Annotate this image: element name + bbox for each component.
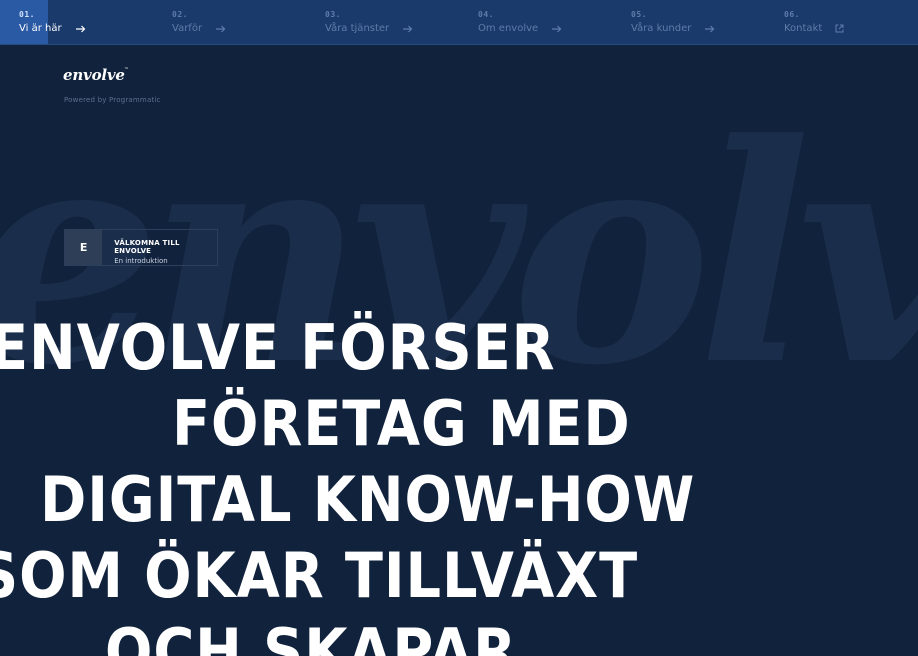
page: 01. Vi är här 02. Varför 03. Våra tjänst… bbox=[0, 0, 918, 656]
headline-line: OCH SKAPAR bbox=[105, 615, 518, 656]
hero-headline: ENVOLVE FÖRSER FÖRETAG MED DIGITAL KNOW-… bbox=[0, 0, 918, 656]
headline-line: ENVOLVE FÖRSER bbox=[0, 311, 556, 384]
headline-line: FÖRETAG MED bbox=[172, 387, 631, 460]
headline-line: DIGITAL KNOW-HOW bbox=[40, 463, 696, 536]
headline-line: SOM ÖKAR TILLVÄXT bbox=[0, 539, 639, 612]
